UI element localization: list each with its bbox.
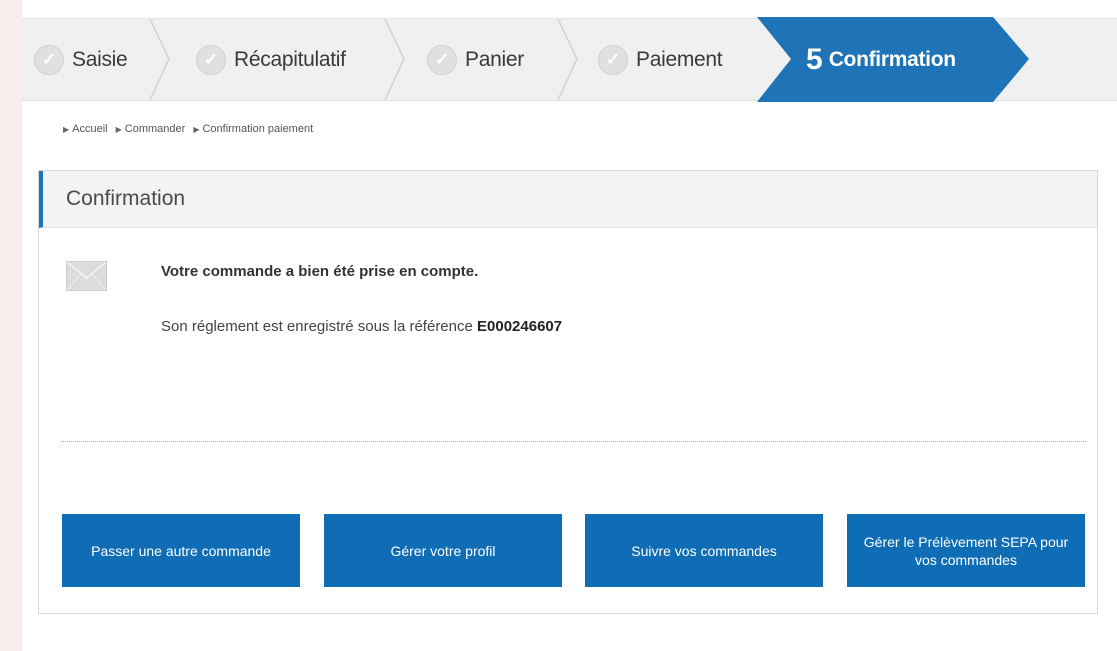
payment-reference-text: Son réglement est enregistré sous la réf…: [161, 318, 562, 335]
checkout-stepper: ✓ Saisie ✓ Récapitulatif ✓ Panier ✓ Paie…: [22, 17, 1117, 102]
reference-label: Son réglement est enregistré sous la réf…: [161, 318, 478, 335]
check-circle-icon: ✓: [196, 44, 226, 75]
chevron-separator-icon: [384, 19, 405, 100]
envelope-icon: [66, 261, 107, 291]
reference-code: E000246607: [477, 318, 563, 335]
track-orders-button[interactable]: Suivre vos commandes: [585, 514, 823, 587]
breadcrumb-item-accueil[interactable]: ▶ Accueil: [63, 123, 108, 135]
breadcrumb-label: Accueil: [72, 123, 108, 135]
manage-sepa-button[interactable]: Gérer le Prélèvement SEPA pour vos comma…: [847, 514, 1085, 587]
chevron-separator-icon: [557, 19, 578, 100]
step-label: Confirmation: [828, 47, 956, 71]
dotted-divider: [61, 441, 1086, 442]
step-saisie[interactable]: ✓ Saisie: [34, 19, 128, 100]
check-circle-icon: ✓: [598, 44, 628, 75]
triangle-right-icon: ▶: [63, 124, 70, 134]
step-label: Panier: [465, 47, 524, 71]
step-label: Récapitulatif: [234, 47, 346, 71]
left-edge-strip: [0, 0, 22, 651]
triangle-right-icon: ▶: [193, 124, 200, 134]
check-circle-icon: ✓: [427, 44, 457, 75]
step-panier[interactable]: ✓ Panier: [427, 19, 524, 100]
panel-title: Confirmation: [39, 171, 1097, 228]
chevron-separator-icon: [149, 19, 170, 100]
manage-profile-button[interactable]: Gérer votre profil: [324, 514, 562, 587]
confirmation-panel: Confirmation Votre commande a bien été p…: [38, 170, 1098, 614]
breadcrumb: ▶ Accueil ▶ Commander ▶ Confirmation pai…: [63, 123, 321, 135]
step-label: Paiement: [636, 47, 723, 71]
breadcrumb-label: Confirmation paiement: [202, 123, 314, 135]
step-recapitulatif[interactable]: ✓ Récapitulatif: [196, 19, 346, 100]
confirmation-message: Votre commande a bien été prise en compt…: [161, 263, 479, 280]
triangle-right-icon: ▶: [115, 124, 122, 134]
step-number: 5: [806, 42, 823, 76]
check-circle-icon: ✓: [34, 44, 64, 75]
new-order-button[interactable]: Passer une autre commande: [62, 514, 300, 587]
step-confirmation[interactable]: 5 Confirmation: [806, 19, 956, 100]
breadcrumb-label: Commander: [124, 123, 186, 135]
step-paiement[interactable]: ✓ Paiement: [598, 19, 723, 100]
breadcrumb-item-commander[interactable]: ▶ Commander: [116, 123, 186, 135]
step-label: Saisie: [72, 47, 128, 71]
breadcrumb-item-confirmation: ▶ Confirmation paiement: [193, 123, 313, 135]
